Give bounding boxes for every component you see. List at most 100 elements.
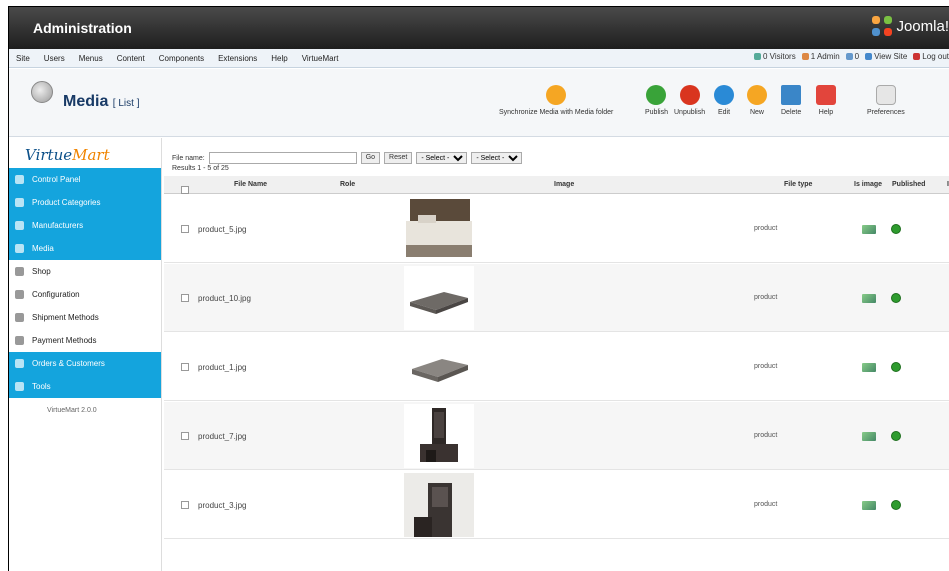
file-name-link[interactable]: product_1.jpg — [198, 363, 246, 372]
file-name-link[interactable]: product_5.jpg — [198, 225, 246, 234]
edit-button[interactable]: Edit — [714, 85, 734, 116]
table-row[interactable]: product_1.jpg product 1 — [164, 333, 949, 401]
sidebar-item-configuration[interactable]: Configuration — [9, 283, 161, 306]
page-subtitle: [ List ] — [112, 98, 140, 109]
shop-icon — [15, 267, 24, 276]
sidebar-item-shop[interactable]: Shop — [9, 260, 161, 283]
sidebar-item-product-categories[interactable]: Product Categories — [9, 191, 161, 214]
manufacturers-icon — [15, 221, 24, 230]
logout-link[interactable]: Log out — [913, 52, 949, 61]
table-row[interactable]: product_3.jpg product 1 — [164, 471, 949, 539]
new-icon — [747, 85, 767, 105]
menu-item-extensions[interactable]: Extensions — [211, 54, 264, 63]
row-checkbox[interactable] — [181, 501, 189, 509]
publish-icon — [646, 85, 667, 105]
published-icon[interactable] — [891, 500, 901, 510]
col-published[interactable]: Published — [892, 181, 925, 188]
row-checkbox[interactable] — [181, 432, 189, 440]
publish-button[interactable]: Publish — [645, 85, 668, 116]
visitors-status: 0 Visitors — [753, 52, 796, 61]
file-name-link[interactable]: product_3.jpg — [198, 501, 246, 510]
sidebar-item-tools[interactable]: Tools — [9, 375, 161, 398]
table-row[interactable]: product_5.jpg product 1 — [164, 195, 949, 263]
filter-bar: File name: Go Reset - Select - - Select … — [172, 152, 523, 164]
published-icon[interactable] — [891, 293, 901, 303]
go-button[interactable]: Go — [360, 152, 381, 164]
published-icon[interactable] — [891, 224, 901, 234]
unpublish-button[interactable]: Unpublish — [674, 85, 705, 116]
sync-icon — [546, 85, 567, 105]
menu-item-menus[interactable]: Menus — [72, 54, 110, 63]
file-name-link[interactable]: product_10.jpg — [198, 294, 251, 303]
preferences-button[interactable]: Preferences — [867, 85, 905, 116]
col-image: Image — [554, 181, 575, 188]
sidebar-item-control-panel[interactable]: Control Panel — [9, 168, 161, 191]
file-name-link[interactable]: product_7.jpg — [198, 432, 246, 441]
menu-item-content[interactable]: Content — [110, 54, 152, 63]
admin-title: Administration — [33, 20, 132, 36]
virtuemart-sidebar: VirtueMart Control Panel Product Categor… — [9, 138, 162, 571]
categories-icon — [15, 198, 24, 207]
help-button[interactable]: Help — [816, 85, 836, 116]
published-icon[interactable] — [891, 362, 901, 372]
table-row[interactable]: product_10.jpg product 1 — [164, 264, 949, 332]
sync-media-button[interactable]: Synchronize Media with Media folder — [499, 85, 613, 116]
row-checkbox[interactable] — [181, 294, 189, 302]
delete-icon — [781, 85, 802, 105]
reset-button[interactable]: Reset — [384, 152, 413, 164]
menu-item-users[interactable]: Users — [37, 54, 72, 63]
table-row[interactable]: product_7.jpg product 1 — [164, 402, 949, 470]
filename-search-input[interactable] — [208, 152, 357, 164]
unpublish-icon — [679, 85, 700, 105]
new-button[interactable]: New — [747, 85, 767, 116]
col-file-name[interactable]: File Name — [234, 181, 267, 188]
file-type-select[interactable]: - Select - — [416, 152, 468, 164]
orders-icon — [15, 359, 24, 368]
sidebar-item-shipment-methods[interactable]: Shipment Methods — [9, 306, 161, 329]
control-panel-icon — [15, 175, 24, 184]
delete-button[interactable]: Delete — [781, 85, 801, 116]
tools-icon — [15, 382, 24, 391]
help-icon — [816, 85, 836, 105]
sidebar-item-media[interactable]: Media — [9, 237, 161, 260]
edit-icon — [714, 85, 734, 105]
page-toolbar: Media [ List ] Synchronize Media with Me… — [9, 69, 949, 137]
menu-item-components[interactable]: Components — [152, 54, 211, 63]
product-thumbnail — [404, 266, 474, 330]
product-thumbnail — [404, 404, 474, 468]
is-image-icon — [862, 225, 876, 234]
row-checkbox[interactable] — [181, 363, 189, 371]
sidebar-item-manufacturers[interactable]: Manufacturers — [9, 214, 161, 237]
col-file-type[interactable]: File type — [784, 181, 812, 188]
row-checkbox[interactable] — [181, 225, 189, 233]
product-thumbnail — [404, 335, 474, 399]
shipment-icon — [15, 313, 24, 322]
media-icon — [31, 81, 53, 103]
menu-item-virtuemart[interactable]: VirtueMart — [295, 54, 346, 63]
version-text: VirtueMart 2.0.0 — [47, 407, 97, 414]
virtuemart-logo: VirtueMart — [25, 146, 110, 164]
sidebar-item-orders-customers[interactable]: Orders & Customers — [9, 352, 161, 375]
is-image-icon — [862, 363, 876, 372]
col-is-image[interactable]: Is image — [854, 181, 882, 188]
file-type: product — [754, 294, 778, 301]
media-nav-icon — [15, 244, 24, 253]
main-menu: Site Users Menus Content Components Exte… — [9, 49, 949, 68]
configuration-icon — [15, 290, 24, 299]
is-image-icon — [862, 432, 876, 441]
menu-item-site[interactable]: Site — [9, 54, 37, 63]
admin-header: Administration Joomla! — [9, 7, 949, 49]
joomla-wordmark: Joomla! — [896, 17, 949, 35]
media-list-panel: File name: Go Reset - Select - - Select … — [164, 138, 949, 571]
preferences-icon — [875, 85, 896, 105]
role-select[interactable]: - Select - — [471, 152, 523, 164]
menu-item-help[interactable]: Help — [264, 54, 294, 63]
page-title: Media [ List ] — [63, 93, 140, 110]
view-site-link[interactable]: View Site — [865, 52, 907, 61]
sidebar-item-payment-methods[interactable]: Payment Methods — [9, 329, 161, 352]
admins-status: 1 Admin — [801, 52, 840, 61]
col-role[interactable]: Role — [340, 181, 355, 188]
published-icon[interactable] — [891, 431, 901, 441]
joomla-logo-icon — [872, 16, 893, 36]
filter-label: File name: — [172, 154, 205, 162]
